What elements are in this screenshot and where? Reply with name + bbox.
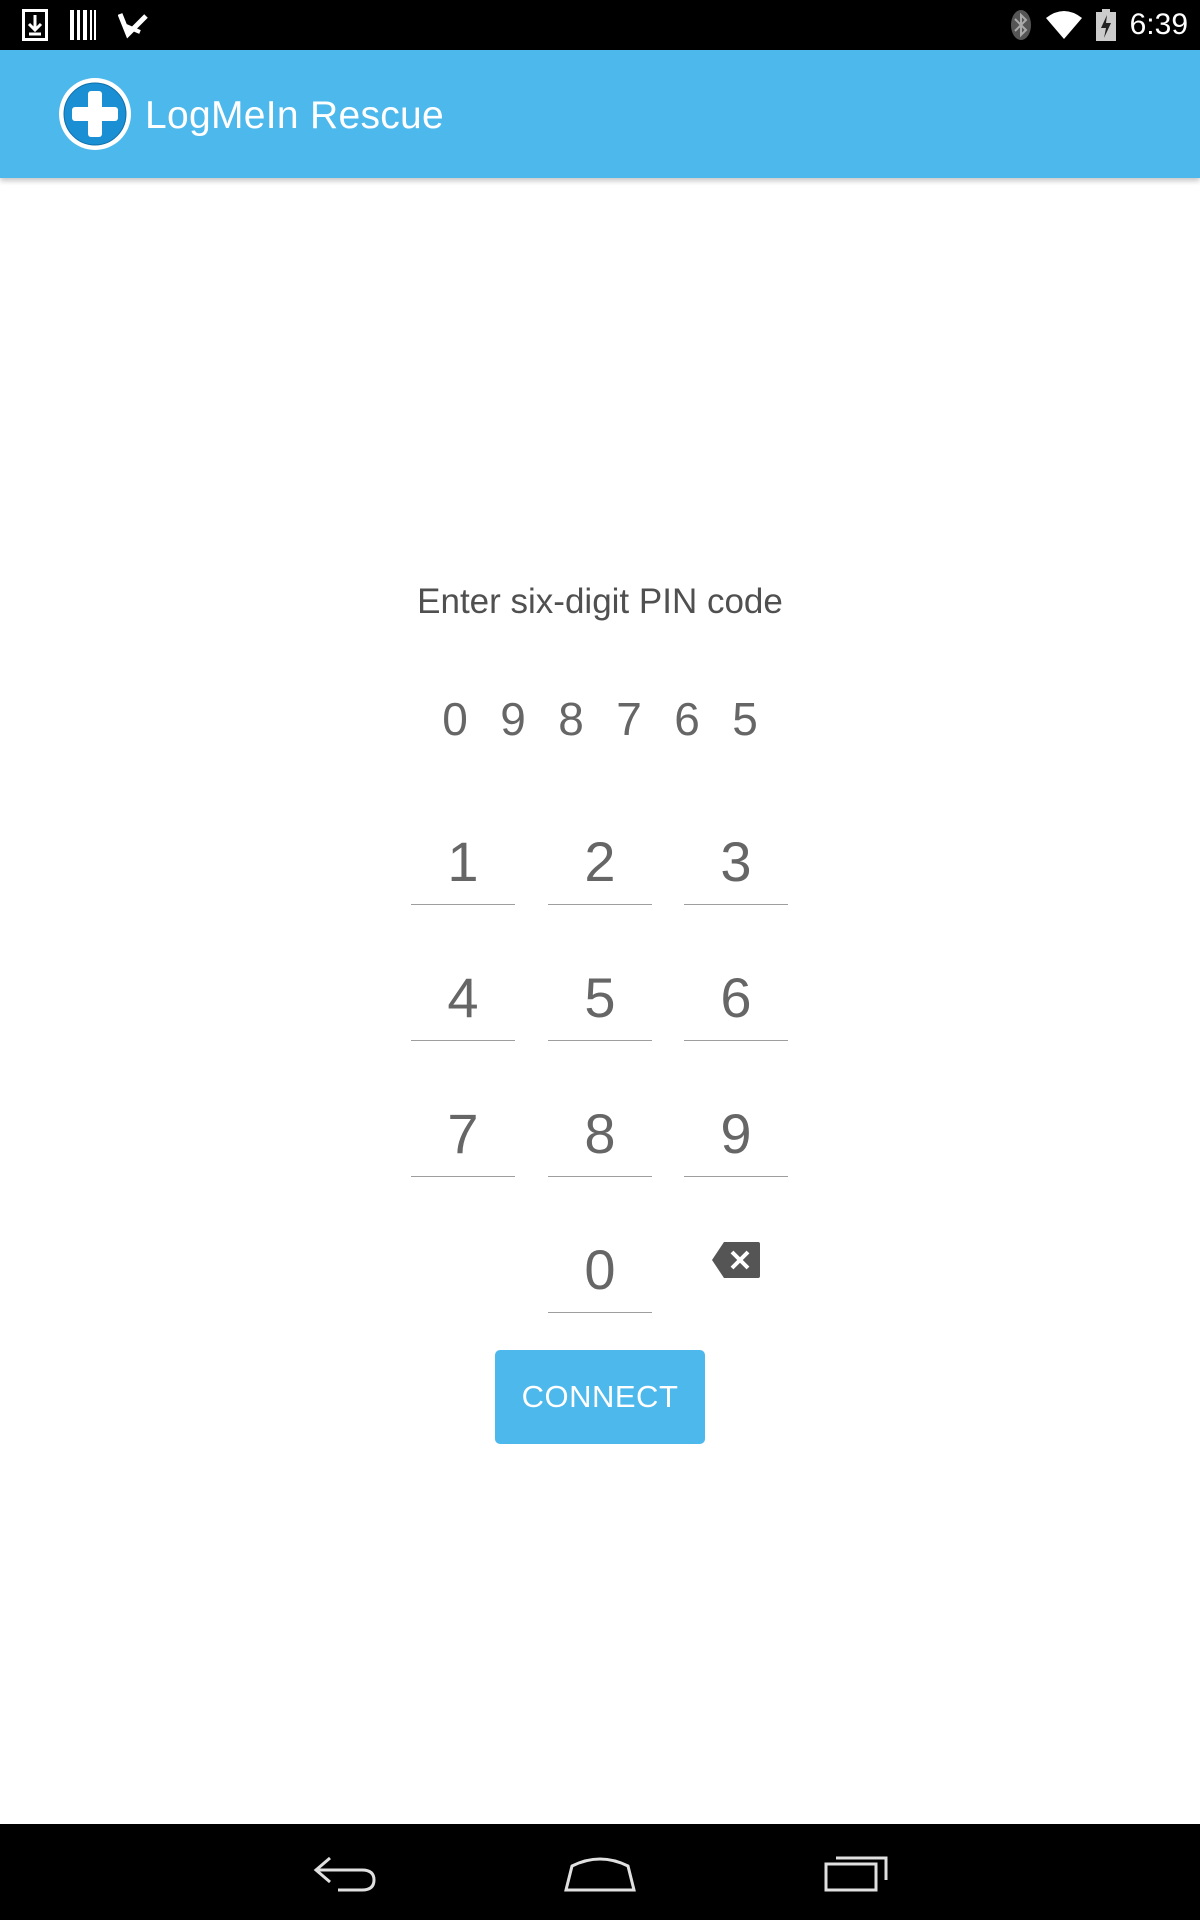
pin-digit: 0 — [442, 693, 468, 745]
keypad-key-8[interactable]: 8 — [548, 1092, 652, 1177]
pin-digit: 8 — [558, 693, 584, 745]
backspace-icon[interactable] — [710, 1240, 762, 1280]
keypad-key-6[interactable]: 6 — [684, 956, 788, 1041]
download-icon — [22, 9, 48, 41]
system-status-icons: 6:39 — [1010, 0, 1188, 50]
keypad-key-2[interactable]: 2 — [548, 820, 652, 905]
battery-charging-icon — [1095, 9, 1116, 41]
keypad-key-7[interactable]: 7 — [411, 1092, 515, 1177]
status-time: 6:39 — [1129, 8, 1188, 41]
navigation-bar — [0, 1824, 1200, 1920]
bluetooth-icon — [1010, 9, 1032, 41]
barcode-icon — [70, 10, 96, 40]
pin-prompt: Enter six-digit PIN code — [417, 582, 783, 621]
recent-apps-icon[interactable] — [822, 1850, 892, 1894]
screen: 6:39 LogMeIn Rescue Enter six-digit PIN … — [0, 0, 1200, 1920]
keypad-key-3[interactable]: 3 — [684, 820, 788, 905]
checkmark-icon — [118, 10, 148, 40]
back-icon[interactable] — [308, 1850, 380, 1894]
app-title: LogMeIn Rescue — [145, 94, 445, 137]
keypad-key-4[interactable]: 4 — [411, 956, 515, 1041]
logmein-rescue-logo-icon — [57, 76, 133, 152]
status-bar: 6:39 — [0, 0, 1200, 50]
connect-button[interactable]: CONNECT — [495, 1350, 705, 1444]
wifi-icon — [1045, 10, 1082, 40]
pin-digit: 6 — [674, 693, 700, 745]
keypad-key-5[interactable]: 5 — [548, 956, 652, 1041]
pin-display: 0 9 8 7 6 5 — [0, 692, 1200, 746]
pin-digit: 5 — [732, 693, 758, 745]
notification-icons — [22, 8, 148, 42]
app-bar: LogMeIn Rescue — [0, 50, 1200, 178]
pin-digit: 9 — [500, 693, 526, 745]
home-icon[interactable] — [562, 1850, 638, 1894]
keypad-key-0[interactable]: 0 — [548, 1228, 652, 1313]
keypad-key-1[interactable]: 1 — [411, 820, 515, 905]
pin-digit: 7 — [616, 693, 642, 745]
keypad-key-9[interactable]: 9 — [684, 1092, 788, 1177]
